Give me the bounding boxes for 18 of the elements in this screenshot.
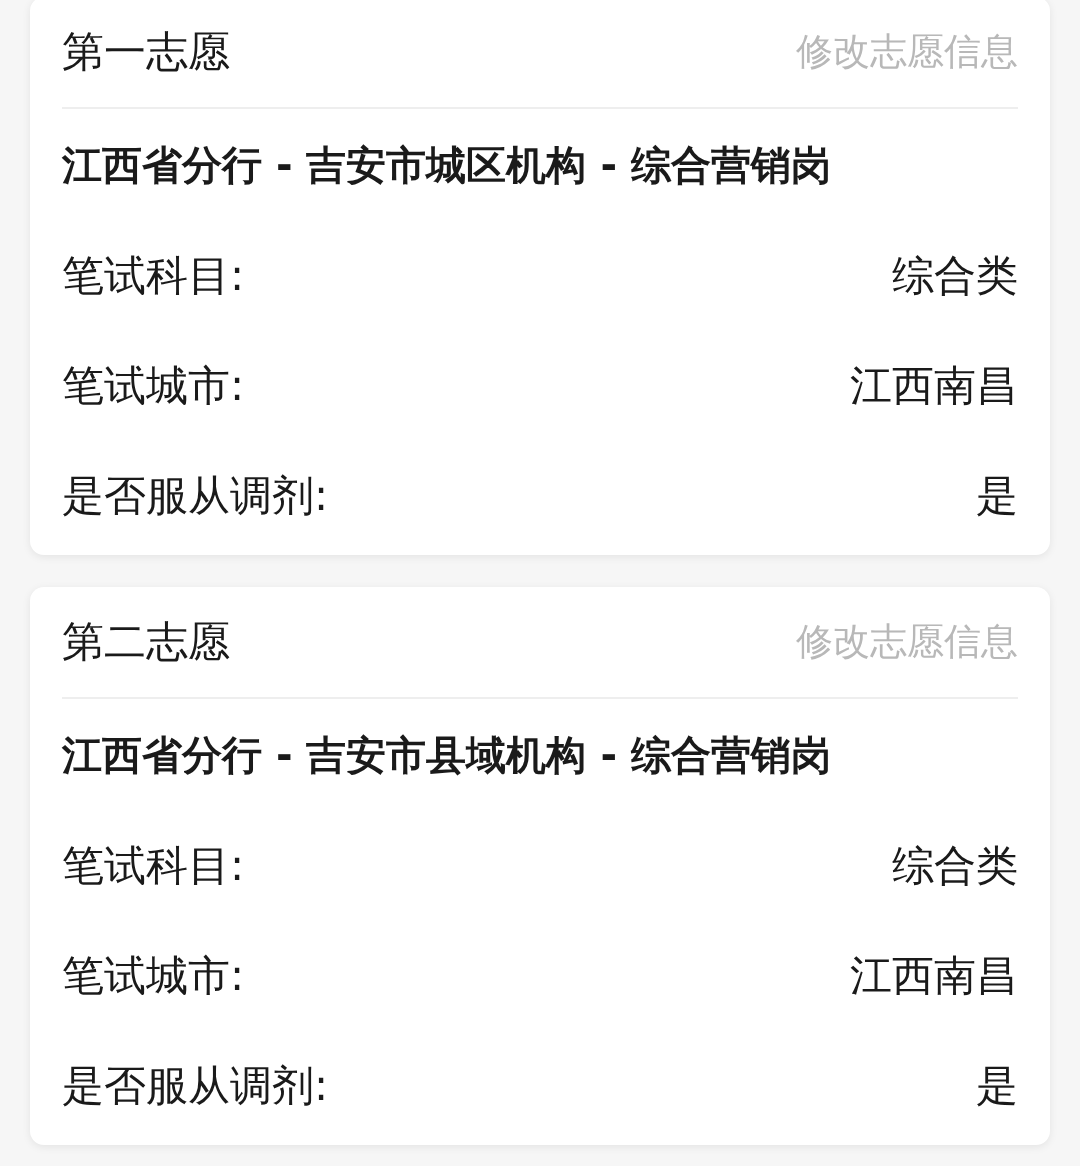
field-label: 笔试科目: <box>62 250 245 302</box>
position-title: 江西省分行 - 吉安市县域机构 - 综合营销岗 <box>62 730 832 780</box>
field-label: 笔试城市: <box>62 360 245 412</box>
edit-wish-link[interactable]: 修改志愿信息 <box>796 617 1018 667</box>
field-label: 笔试城市: <box>62 950 245 1002</box>
position-title: 江西省分行 - 吉安市城区机构 - 综合营销岗 <box>62 140 832 190</box>
wish-heading: 第二志愿 <box>62 616 230 668</box>
field-label: 是否服从调剂: <box>62 1060 329 1112</box>
field-value: 江西南昌 <box>850 950 1018 1002</box>
field-value: 综合类 <box>892 840 1018 892</box>
field-label: 是否服从调剂: <box>62 470 329 522</box>
field-value: 江西南昌 <box>850 360 1018 412</box>
field-value: 是 <box>976 1060 1018 1112</box>
wish-heading: 第一志愿 <box>62 26 230 78</box>
edit-wish-link[interactable]: 修改志愿信息 <box>796 27 1018 77</box>
field-label: 笔试科目: <box>62 840 245 892</box>
field-value: 综合类 <box>892 250 1018 302</box>
field-value: 是 <box>976 470 1018 522</box>
